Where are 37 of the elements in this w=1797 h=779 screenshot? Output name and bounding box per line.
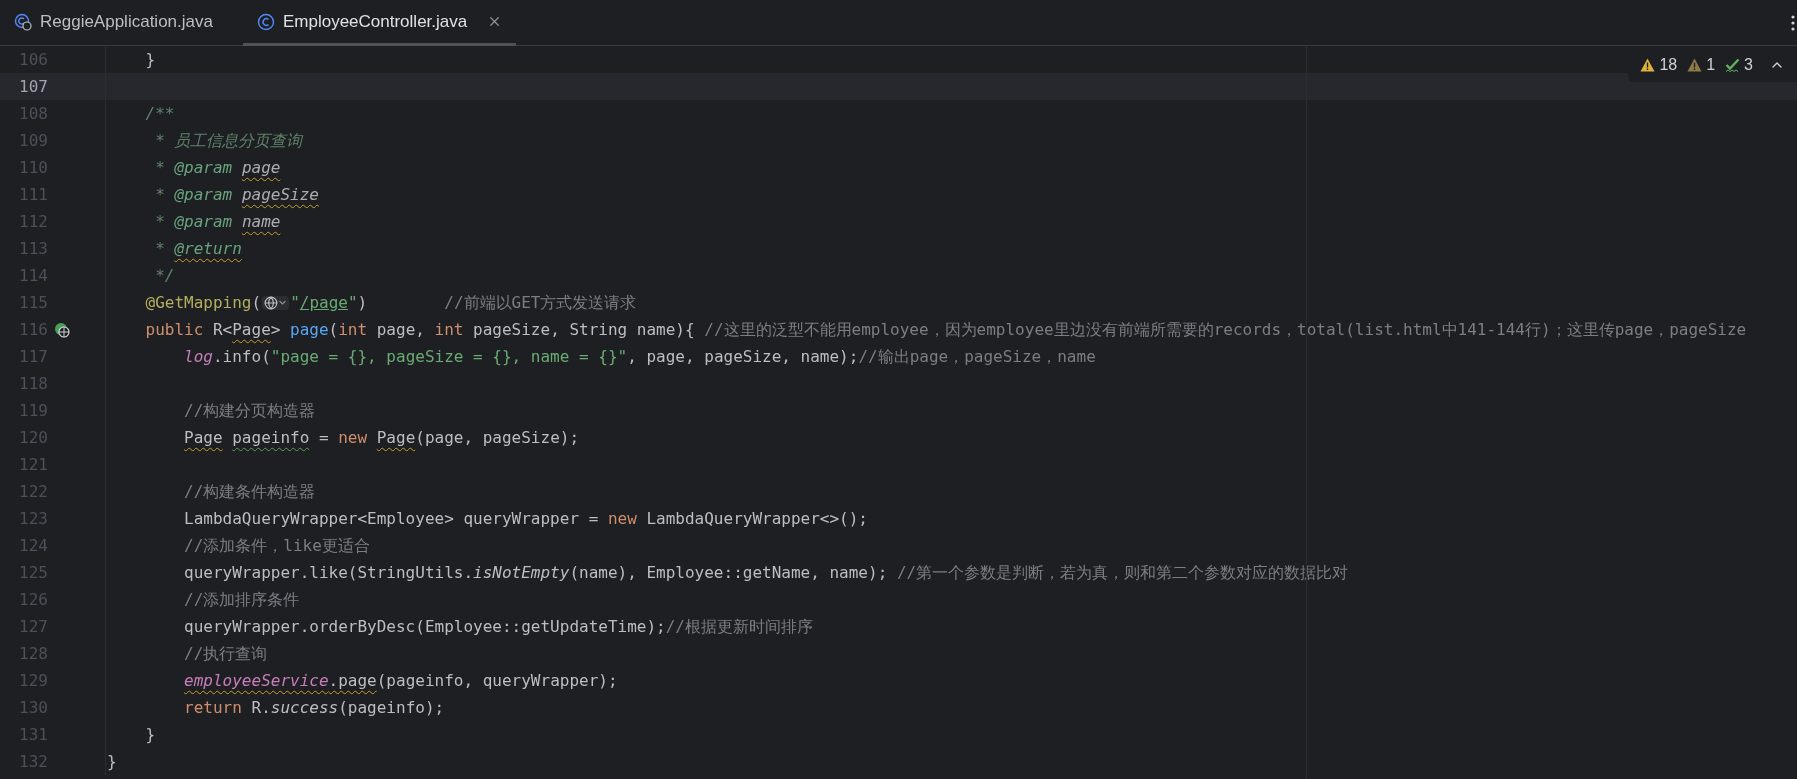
problem-count: 3 [1744, 55, 1753, 75]
web-endpoint-icon[interactable] [54, 321, 70, 338]
editor-tab[interactable]: ReggieApplication.java [0, 0, 227, 46]
code-line: //添加排序条件 [183, 588, 300, 611]
code-line: */ [154, 264, 175, 287]
code-line: * @param page [154, 156, 281, 179]
code-line: LambdaQueryWrapper<Employee> queryWrapper = new LambdaQueryWrapper<>(); [183, 507, 868, 530]
problem-count: 1 [1706, 55, 1716, 75]
warning-icon [1687, 58, 1703, 72]
line-number: 107 [18, 75, 48, 98]
code-line: /** [144, 102, 175, 125]
code-line: * @param pageSize [154, 183, 319, 206]
code-line: //构建分页构造器 [183, 399, 316, 422]
warning-icon [1640, 58, 1656, 72]
class-icon [256, 12, 275, 31]
class-run-icon [14, 12, 32, 31]
typo-check-icon [1725, 57, 1741, 73]
code-line: } [144, 723, 156, 746]
code-line: log.info("page = {}, pageSize = {}, name = {}", page, pageSize, name);//输出page，pageSize，name [183, 345, 1096, 368]
code-line: //构建条件构造器 [183, 480, 316, 503]
code-line: return R.success(pageinfo); [183, 696, 445, 719]
code-line: //添加条件，like更适合 [183, 534, 370, 557]
globe-hint-icon[interactable] [262, 295, 290, 310]
code-line: } [106, 750, 117, 773]
code-line: * @return [154, 237, 242, 260]
problem-count: 18 [1659, 55, 1678, 75]
editor-tab[interactable]: EmployeeController.java [242, 0, 517, 46]
code-line: //执行查询 [183, 642, 268, 665]
code-line: * 员工信息分页查询 [154, 129, 303, 152]
code-line: public R<Page> page(int page, int pageSize, String name){ //这里的泛型不能用employee，因为employee里边没有前端所需要的records，total(list.html中141-144行)；这里传page，pageSize [144, 318, 1747, 341]
code-line: employeeService.page(pageinfo, queryWrapper); [183, 669, 618, 692]
code-line: @GetMapping( "/page") //前端以GET方式发送请求 [144, 291, 637, 314]
code-line: * @param name [154, 210, 281, 233]
code-line: } [144, 48, 156, 71]
code-line: Page pageinfo = new Page(page, pageSize); [183, 426, 580, 449]
code-line: queryWrapper.orderByDesc(Employee::getUpdateTime);//根据更新时间排序 [183, 615, 813, 638]
more-menu-icon[interactable] [1791, 14, 1795, 31]
